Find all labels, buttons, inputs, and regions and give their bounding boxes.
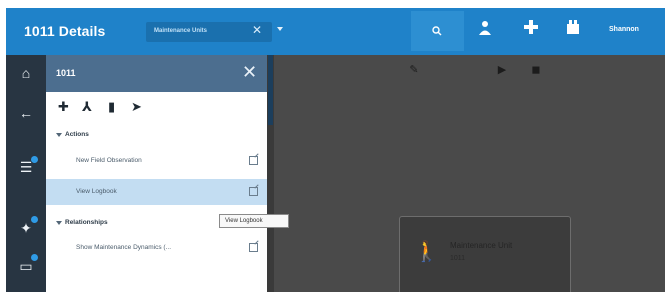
main-canvas[interactable]: ✎ ▶ ◼ 🚶 Maintenance Unit 1011 — [267, 55, 665, 292]
asset-person-icon: 🚶 — [414, 241, 439, 263]
user-name[interactable]: Shannon — [609, 26, 639, 33]
asset-card[interactable]: 🚶 Maintenance Unit 1011 — [399, 216, 571, 292]
search-icon — [432, 26, 442, 36]
chevron-down-icon — [56, 221, 62, 225]
app-frame: 1011 Details Maintenance Units ✕ Shannon… — [6, 8, 665, 292]
chevron-down-icon[interactable] — [277, 27, 283, 31]
play-icon[interactable]: ▶ — [495, 63, 509, 77]
filter-chip-label: Maintenance Units — [154, 28, 208, 34]
page-title: 1011 Details — [24, 23, 106, 39]
notification-badge — [30, 215, 39, 224]
relationship-show-maintenance-dynamics[interactable]: Show Maintenance Dynamics (... — [46, 235, 267, 261]
send-icon[interactable]: ➤ — [131, 99, 142, 115]
external-link-icon[interactable] — [249, 243, 258, 252]
action-new-field-observation[interactable]: New Field Observation — [46, 148, 267, 174]
action-view-logbook[interactable]: View Logbook — [46, 179, 267, 205]
panel-toolbar: ✚ ⅄ ▮ ➤ — [46, 92, 267, 121]
edit-icon[interactable]: ✎ — [407, 63, 421, 77]
item-label: Show Maintenance Dynamics (... — [76, 244, 172, 251]
item-label: View Logbook — [76, 188, 117, 195]
section-actions[interactable]: Actions — [46, 126, 267, 146]
home-icon[interactable]: ⌂ — [17, 65, 35, 81]
hierarchy-icon[interactable]: ⅄ — [82, 99, 92, 115]
gift-icon[interactable] — [566, 20, 580, 40]
stop-icon[interactable]: ◼ — [529, 63, 543, 77]
asset-id: 1011 — [450, 255, 466, 262]
plus-icon[interactable] — [524, 20, 538, 40]
person-icon[interactable] — [478, 20, 492, 42]
canvas-toolbar: ✎ ▶ ◼ — [407, 61, 567, 83]
section-label: Relationships — [65, 219, 108, 226]
scrollbar-thumb[interactable] — [268, 55, 273, 125]
details-panel: 1011 ✕ ✚ ⅄ ▮ ➤ Actions New Field Observa… — [46, 55, 267, 292]
chip-close-icon[interactable]: ✕ — [252, 23, 262, 37]
search-button[interactable] — [411, 11, 464, 51]
notification-badge — [30, 155, 39, 164]
panel-title: 1011 — [56, 68, 76, 78]
section-label: Actions — [65, 131, 89, 138]
external-link-icon[interactable] — [249, 156, 258, 165]
panel-header: 1011 ✕ — [46, 55, 267, 92]
external-link-icon[interactable] — [249, 187, 258, 196]
top-bar: 1011 Details Maintenance Units ✕ Shannon — [6, 8, 665, 55]
item-label: New Field Observation — [76, 157, 142, 164]
notification-badge — [30, 253, 39, 262]
chevron-down-icon — [56, 133, 62, 137]
document-icon[interactable]: ▮ — [108, 99, 115, 115]
left-rail: ⌂ ← ☰ ✦ ▭ — [6, 55, 46, 292]
pin-icon[interactable]: ✚ — [58, 99, 69, 115]
back-arrow-icon[interactable]: ← — [17, 105, 35, 121]
scrollbar[interactable] — [267, 55, 274, 292]
asset-name: Maintenance Unit — [450, 241, 513, 250]
tooltip: View Logbook — [219, 214, 289, 228]
close-icon[interactable]: ✕ — [242, 62, 257, 83]
